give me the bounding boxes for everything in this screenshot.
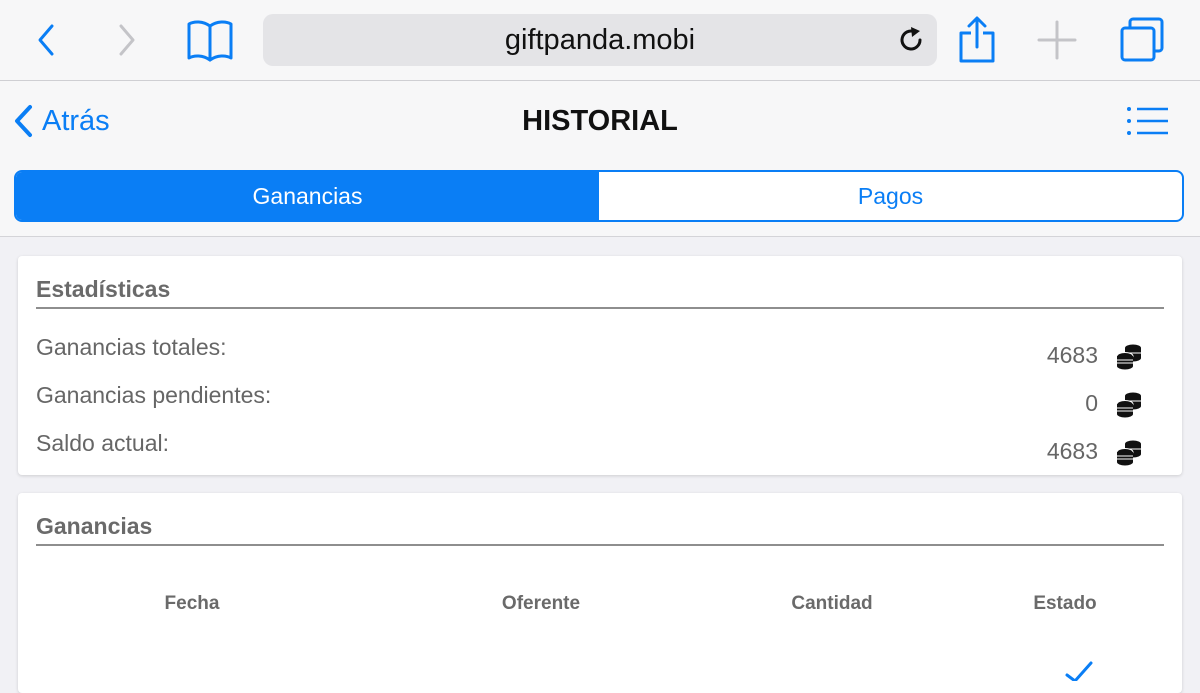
address-bar[interactable]: giftpanda.mobi xyxy=(263,14,937,66)
new-tab-button[interactable] xyxy=(1029,14,1085,66)
chevron-right-icon xyxy=(119,24,135,56)
browser-back-button[interactable] xyxy=(18,14,74,66)
column-header-oferente[interactable]: Oferente xyxy=(502,593,580,615)
column-header-cantidad[interactable]: Cantidad xyxy=(791,593,872,615)
stat-value: 4683 xyxy=(1046,342,1098,368)
stat-row-total: Ganancias totales: 4683 xyxy=(36,334,1142,374)
coins-icon xyxy=(1116,440,1141,466)
divider xyxy=(36,307,1164,309)
page-title: HISTORIAL xyxy=(522,105,678,137)
book-icon xyxy=(187,20,233,62)
stat-label: Ganancias pendientes: xyxy=(36,382,272,408)
coins-icon xyxy=(1116,344,1141,370)
browser-toolbar: giftpanda.mobi xyxy=(0,0,1200,81)
back-button[interactable]: Atrás xyxy=(12,101,110,141)
browser-forward-button[interactable] xyxy=(99,14,155,66)
stat-value: 4683 xyxy=(1046,438,1098,464)
stat-value: 0 xyxy=(1085,390,1098,416)
earnings-card: Ganancias Fecha Oferente Cantidad Estado xyxy=(18,493,1182,693)
checkmark-icon xyxy=(1065,661,1093,681)
stats-card: Estadísticas Ganancias totales: 4683 Gan… xyxy=(18,256,1182,475)
tabs-button[interactable] xyxy=(1114,14,1170,66)
column-header-estado[interactable]: Estado xyxy=(1033,593,1096,615)
stat-label: Ganancias totales: xyxy=(36,334,227,360)
url-text: giftpanda.mobi xyxy=(504,24,696,56)
segmented-control: Ganancias Pagos xyxy=(14,170,1184,222)
bookmarks-button[interactable] xyxy=(182,14,238,66)
stat-row-pending: Ganancias pendientes: 0 xyxy=(36,382,1142,422)
earnings-title: Ganancias xyxy=(36,513,153,539)
coins-icon xyxy=(1116,392,1141,418)
back-label: Atrás xyxy=(42,104,110,137)
list-icon[interactable] xyxy=(1126,105,1170,137)
share-icon xyxy=(959,16,995,63)
stat-label: Saldo actual: xyxy=(36,430,169,456)
plus-icon xyxy=(1037,20,1077,60)
chevron-left-icon xyxy=(15,105,32,137)
tab-pagos[interactable]: Pagos xyxy=(599,172,1182,220)
column-header-fecha[interactable]: Fecha xyxy=(165,593,220,615)
tabs-icon xyxy=(1120,17,1164,62)
divider xyxy=(36,544,1164,546)
share-button[interactable] xyxy=(949,14,1005,66)
reload-icon[interactable] xyxy=(895,24,927,56)
chevron-left-icon xyxy=(38,24,54,56)
stat-row-balance: Saldo actual: 4683 xyxy=(36,430,1142,470)
tab-ganancias[interactable]: Ganancias xyxy=(16,172,599,220)
page-header: Atrás HISTORIAL Ganancias Pagos xyxy=(0,81,1200,237)
stats-title: Estadísticas xyxy=(36,276,171,302)
